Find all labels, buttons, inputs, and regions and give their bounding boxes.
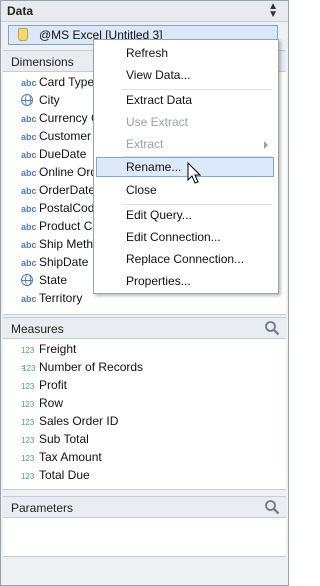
dimension-item-postalcode[interactable]: abc PostalCode: [21, 199, 101, 217]
menu-item-properties[interactable]: Properties...: [126, 271, 191, 291]
measures-header: Measures: [3, 317, 286, 338]
abc-icon: abc: [21, 258, 37, 268]
database-icon: [18, 28, 28, 41]
dimensions-title: Dimensions: [11, 55, 74, 69]
data-pane-title: Data: [7, 4, 34, 18]
sort-icon[interactable]: ▲ ▼: [268, 2, 278, 20]
abc-icon: abc: [21, 186, 37, 196]
dimension-item-duedate[interactable]: abc DueDate: [21, 145, 86, 163]
measure-item-freight[interactable]: 123 Freight: [21, 340, 76, 358]
search-icon[interactable]: [264, 320, 280, 336]
abc-icon: abc: [21, 150, 37, 160]
dimension-item-card-type[interactable]: abc Card Type: [21, 73, 94, 91]
dimension-item-state[interactable]: State: [21, 271, 67, 289]
measure-item-tax-amount[interactable]: 123 Tax Amount: [21, 448, 102, 466]
number-icon: 123: [21, 472, 35, 481]
data-pane-header: Data ▲ ▼: [1, 1, 288, 22]
measures-title: Measures: [11, 322, 64, 336]
menu-item-edit-query[interactable]: Edit Query...: [126, 205, 192, 225]
abc-icon: abc: [21, 204, 37, 214]
abc-icon: abc: [21, 132, 37, 142]
parameters-header: Parameters: [3, 496, 286, 517]
menu-item-extract-data[interactable]: Extract Data: [126, 90, 192, 110]
abc-icon: abc: [21, 168, 37, 178]
menu-item-use-extract: Use Extract: [126, 115, 189, 129]
measure-item-total-due[interactable]: 123 Total Due: [21, 466, 90, 484]
dimension-item-ship-method[interactable]: abc Ship Metho: [21, 235, 100, 253]
submenu-arrow-icon: [264, 141, 268, 149]
menu-item-close[interactable]: Close: [126, 180, 157, 200]
abc-icon: abc: [21, 240, 37, 250]
dimension-item-city[interactable]: City: [21, 91, 60, 109]
parameters-list: [3, 517, 286, 557]
data-source-context-menu: Refresh View Data... Extract Data Use Ex…: [93, 39, 279, 294]
dimension-item-orderdate[interactable]: abc OrderDate: [21, 181, 95, 199]
abc-icon: abc: [21, 294, 37, 304]
measure-item-sub-total[interactable]: 123 Sub Total: [21, 430, 89, 448]
abc-icon: abc: [21, 78, 37, 88]
measures-list: 123 Freight =123 Number of Records 123 Prof…: [3, 338, 286, 490]
measure-item-number-of-records[interactable]: =123 Number of Records: [21, 358, 143, 376]
dimension-item-product-category[interactable]: abc Product Ca: [21, 217, 99, 235]
menu-item-view-data[interactable]: View Data...: [126, 65, 190, 85]
globe-icon: [21, 94, 33, 106]
dimension-item-online-order[interactable]: abc Online Ord: [21, 163, 97, 181]
menu-item-rename[interactable]: Rename...: [126, 157, 181, 177]
mouse-cursor-icon: [187, 162, 201, 184]
parameters-title: Parameters: [11, 501, 74, 515]
menu-item-replace-connection[interactable]: Replace Connection...: [126, 249, 244, 269]
abc-icon: abc: [21, 222, 37, 232]
globe-icon: [21, 274, 33, 286]
measure-item-profit[interactable]: 123 Profit: [21, 376, 67, 394]
menu-item-extract: Extract: [126, 137, 164, 151]
search-icon[interactable]: [264, 499, 280, 515]
dimension-item-territory[interactable]: abc Territory: [21, 289, 82, 307]
dimension-item-customer[interactable]: abc Customer N: [21, 127, 103, 145]
measure-item-row[interactable]: 123 Row: [21, 394, 63, 412]
abc-icon: abc: [21, 114, 37, 124]
dimension-item-currency[interactable]: abc Currency C: [21, 109, 100, 127]
menu-highlight: [96, 157, 274, 177]
menu-item-refresh[interactable]: Refresh: [126, 43, 168, 63]
dimension-item-shipdate[interactable]: abc ShipDate: [21, 253, 88, 271]
menu-item-edit-connection[interactable]: Edit Connection...: [126, 227, 221, 247]
measure-item-sales-order-id[interactable]: 123 Sales Order ID: [21, 412, 118, 430]
